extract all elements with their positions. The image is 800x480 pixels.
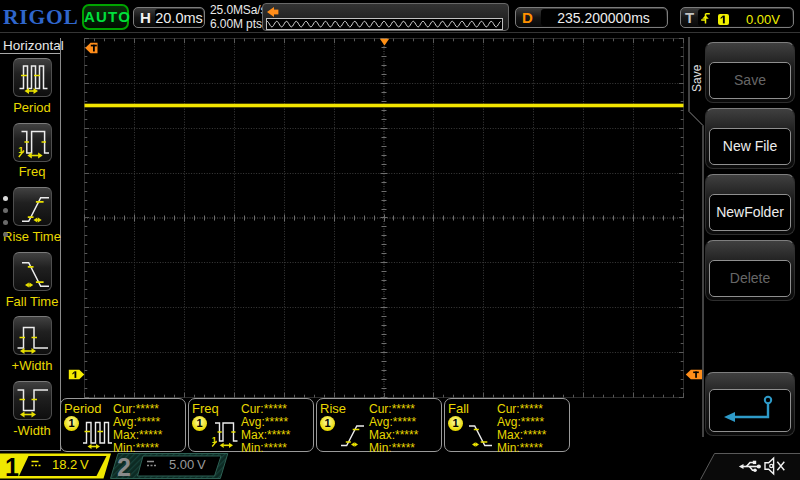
svg-text:1: 1 <box>18 143 24 154</box>
